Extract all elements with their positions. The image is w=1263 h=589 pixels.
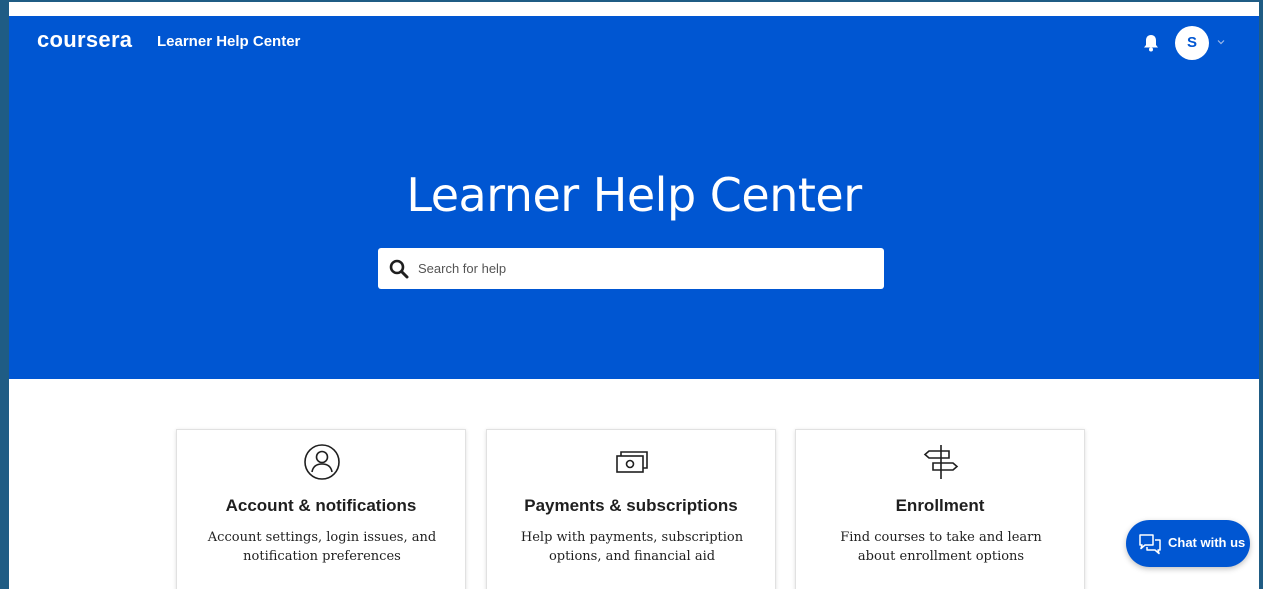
coursera-logo[interactable]: coursera — [37, 27, 132, 53]
search-icon — [389, 259, 409, 279]
chat-with-us-button[interactable]: Chat with us — [1126, 520, 1250, 567]
money-bills-icon — [616, 451, 648, 473]
top-navigation-bar: coursera Learner Help Center S — [9, 16, 1259, 68]
site-name-link[interactable]: Learner Help Center — [157, 33, 300, 50]
hero-top-strip — [9, 2, 1259, 16]
search-input[interactable] — [418, 248, 874, 289]
browser-frame: coursera Learner Help Center S Learner H… — [0, 0, 1263, 589]
card-title: Payments & subscriptions — [524, 496, 738, 515]
chat-bubbles-icon — [1139, 534, 1161, 555]
chevron-down-icon[interactable] — [1215, 36, 1227, 48]
card-enrollment[interactable]: Enrollment Find courses to take and lear… — [795, 429, 1085, 589]
card-payments-subscriptions[interactable]: Payments & subscriptions Help with payme… — [486, 429, 776, 589]
page-title: Learner Help Center — [406, 168, 862, 222]
card-description: Find courses to take and learn about enr… — [840, 530, 1042, 564]
signpost-icon — [923, 445, 959, 479]
card-description: Help with payments, subscription options… — [520, 530, 744, 564]
search-box[interactable] — [378, 248, 884, 289]
card-title: Account & notifications — [225, 496, 417, 515]
card-title: Enrollment — [895, 496, 985, 515]
user-avatar[interactable]: S — [1175, 26, 1209, 60]
bell-icon[interactable] — [1143, 34, 1159, 52]
hero-banner: coursera Learner Help Center S Learner H… — [9, 16, 1259, 379]
user-circle-icon — [304, 444, 340, 480]
card-account-notifications[interactable]: Account & notifications Account settings… — [176, 429, 466, 589]
card-description: Account settings, login issues, and noti… — [207, 530, 437, 564]
chat-label: Chat with us — [1168, 535, 1246, 550]
